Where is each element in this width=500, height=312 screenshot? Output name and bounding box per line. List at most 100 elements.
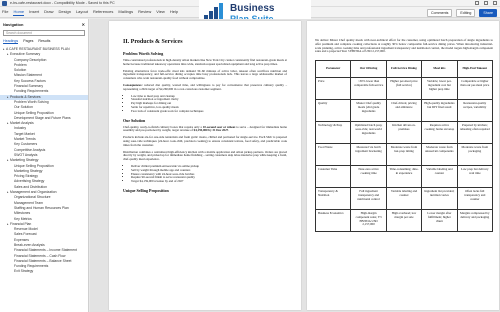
table-cell: Low prep but delivery wait time bbox=[456, 165, 494, 189]
nav-heading-label: Solution bbox=[14, 68, 27, 73]
table-row: Price ~30% lower than comparable full-ser… bbox=[314, 77, 494, 101]
ribbon-tab-view[interactable]: View bbox=[156, 9, 165, 16]
nav-tab-pages[interactable]: Pages bbox=[23, 39, 33, 44]
nav-tab-headings[interactable]: Headings bbox=[3, 39, 19, 44]
nav-heading-label: Target Market bbox=[14, 131, 35, 136]
table-cell: ~30% lower than comparable full-service bbox=[350, 77, 387, 101]
nav-heading-label: Financial Summary bbox=[14, 84, 44, 89]
subheading-solution: Our Solution bbox=[123, 117, 146, 123]
subheading-problem: Problem Worth Solving bbox=[123, 51, 164, 56]
close-icon[interactable] bbox=[493, 1, 497, 5]
nav-heading-label: Break-even Analysis bbox=[14, 242, 45, 247]
ribbon-tab-references[interactable]: References bbox=[93, 9, 113, 16]
ribbon-tab-design[interactable]: Design bbox=[58, 9, 70, 16]
navigation-pane: Navigation ✕ Search document Headings Pag… bbox=[0, 19, 89, 312]
table-cell: Moderate waste from packaging bbox=[456, 143, 494, 167]
bold-run: $4,159,000 by 31 Dec 2027 bbox=[193, 128, 229, 133]
table-cell: Ingredient list provided; nutrition vari… bbox=[421, 187, 458, 211]
table-cell: Prepared by kitchen; reheating often req… bbox=[456, 121, 494, 145]
table-cell: Variable labeling and counter bbox=[421, 165, 458, 189]
table-cell: Comparable or higher than our per-meal p… bbox=[456, 77, 494, 101]
ribbon-tab-draw[interactable]: Draw bbox=[44, 9, 53, 16]
paragraph: Consequences: reduced diet quality, wast… bbox=[123, 83, 287, 92]
nav-heading-label: Revenue Model bbox=[14, 227, 38, 232]
editing-button[interactable]: Editing bbox=[456, 9, 476, 17]
nav-close-icon[interactable]: ✕ bbox=[82, 22, 85, 27]
nav-heading-label: Financial Statements – Cash Flow bbox=[14, 253, 66, 258]
table-cell: Moderate waste from last-prep timing bbox=[385, 143, 423, 167]
table-cell: Time-consuming; dine-in experience bbox=[385, 165, 423, 189]
ribbon-tab-insert[interactable]: Insert bbox=[29, 9, 39, 16]
subheading-usp: Unique Selling Proposition bbox=[123, 187, 169, 193]
bullet-item: Face lack of consistent grade tools for … bbox=[131, 109, 287, 114]
table-cell: Technology & Prep bbox=[314, 121, 352, 145]
nav-heading-label: Mission Statement bbox=[14, 73, 42, 78]
table-cell: Price bbox=[314, 77, 352, 101]
nav-tabs: Headings Pages Results bbox=[0, 38, 88, 47]
ribbon-tab-home[interactable]: Home bbox=[13, 9, 25, 16]
table-cell: Margins compressed by delivery and packa… bbox=[456, 209, 494, 233]
paragraph: Chef-quality, ready-to-finish culinary b… bbox=[123, 125, 287, 134]
paragraph: Existing alternatives force trade-offs: … bbox=[123, 68, 287, 81]
table-cell: Full ingredient transparency and nutriti… bbox=[350, 187, 387, 211]
ribbon-tab-file[interactable]: File bbox=[2, 9, 8, 16]
nav-search-input[interactable]: Search document bbox=[3, 30, 85, 36]
table-cell: Higher per-meal price (full service) bbox=[385, 77, 423, 101]
nav-heading-label: Market Analysis bbox=[10, 121, 34, 126]
table-cell: High overhead; low margin per sale bbox=[385, 209, 423, 233]
nav-heading-label: Market Trends bbox=[14, 137, 36, 142]
comments-button[interactable]: Comments bbox=[427, 9, 453, 17]
nav-heading-label: Financial Plan bbox=[10, 221, 32, 226]
ribbon-tab-layout[interactable]: Layout bbox=[76, 9, 88, 16]
nav-heading-label: Development Stage and Future Plans bbox=[14, 115, 71, 120]
nav-heading-label: Company Description bbox=[14, 57, 47, 62]
table-cell: Optimized batch prep; sous-vide; real-wo… bbox=[350, 121, 387, 145]
nav-heading-label: Funding Requirements bbox=[14, 264, 49, 269]
logo-line-1: Business bbox=[230, 2, 275, 14]
minimize-icon[interactable] bbox=[475, 1, 479, 5]
document-page-2: We deliver Mister Chef quality meals wit… bbox=[307, 21, 499, 310]
table-cell: Transparency & Nutrition bbox=[314, 187, 352, 211]
table-body: Price ~30% lower than comparable full-ser… bbox=[314, 77, 494, 233]
nav-heading-label: Expenses bbox=[14, 237, 29, 242]
maximize-icon[interactable] bbox=[484, 1, 488, 5]
table-cell: High-quality ingredients but DIY final r… bbox=[421, 99, 458, 123]
comparison-table: Parameter Our Offering Full-Service Dining… bbox=[314, 60, 494, 233]
ribbon-tab-mailings[interactable]: Mailings bbox=[118, 9, 133, 16]
table-cell: Near-zero active cooking time bbox=[350, 165, 387, 189]
nav-heading-label: Organizational Structure bbox=[14, 195, 51, 200]
nav-tab-results[interactable]: Results bbox=[38, 39, 50, 44]
bullet-item: Target $4,159,000 revenue by end of 2027 bbox=[131, 179, 287, 184]
nav-heading-label: Funding Requirements bbox=[14, 89, 49, 94]
nav-heading-label: Competitive Analysis bbox=[14, 147, 46, 152]
nav-heading-label: Exit Strategy bbox=[14, 269, 34, 274]
table-cell: Variable labeling and counter bbox=[385, 187, 423, 211]
ribbon-tabs: File Home Insert Draw Design Layout References… bbox=[2, 9, 178, 16]
nav-heading-label: Management Team bbox=[14, 200, 43, 205]
paragraph: Products include ala-for one-side tender… bbox=[123, 135, 287, 147]
table-cell: Measured via batch ingredient bracketing bbox=[350, 143, 387, 167]
table-header-cell: Our Offering bbox=[350, 60, 387, 79]
nav-heading-item[interactable]: Exit Strategy bbox=[0, 269, 88, 274]
ribbon-tab-help[interactable]: Help bbox=[170, 9, 178, 16]
table-cell: Business Economics bbox=[314, 209, 352, 233]
table-header-cell: Meal kits bbox=[421, 60, 458, 79]
share-button[interactable]: Share bbox=[479, 9, 497, 17]
nav-heading-label: Executive Summary bbox=[10, 52, 41, 57]
table-cell: Food Waste bbox=[314, 143, 352, 167]
table-header-cell: Full-Service Dining bbox=[385, 60, 423, 79]
table-row: Technology & Prep Optimized batch prep; s… bbox=[314, 121, 494, 145]
table-row: Transparency & Nutrition Full ingredient … bbox=[314, 187, 494, 211]
word-app-icon bbox=[2, 1, 7, 6]
nav-heading-label: Our Solution bbox=[14, 105, 33, 110]
nav-header: Navigation ✕ bbox=[0, 19, 88, 28]
table-cell: Lower margin after fulfillment; higher c… bbox=[421, 209, 458, 233]
table-cell: High-margin component sales; Y3 EBITDA U… bbox=[350, 209, 387, 233]
table-row: Food Waste Measured via batch ingredient … bbox=[314, 143, 494, 167]
nav-heading-label: Key Success Factors bbox=[14, 78, 46, 83]
nav-heading-label: Management and Organization bbox=[10, 190, 57, 195]
bullet-list: Deliver chilled premium entrees/side via… bbox=[131, 164, 287, 184]
nav-heading-label: Industry bbox=[14, 126, 27, 131]
window-title: e-bs-cafe-restaurant.docx - Compatibilit… bbox=[10, 1, 115, 5]
ribbon-tab-review[interactable]: Review bbox=[138, 9, 151, 16]
